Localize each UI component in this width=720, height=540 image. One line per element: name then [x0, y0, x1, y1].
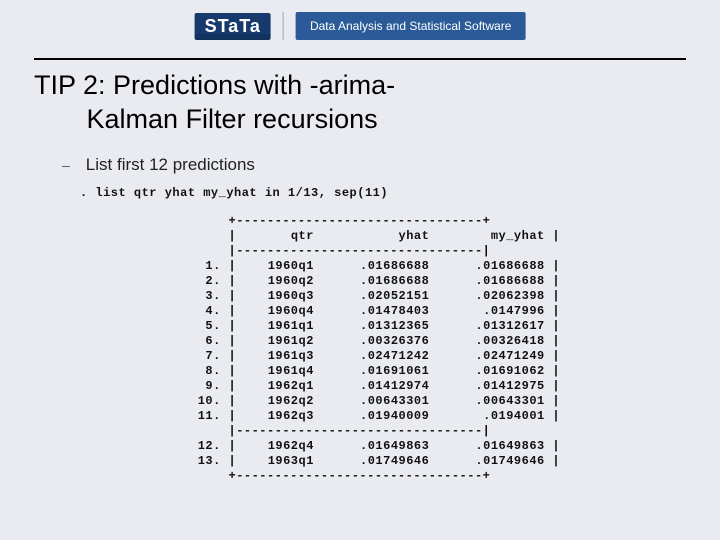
slide-title: TIP 2: Predictions with -arima- Kalman F… — [34, 68, 395, 136]
stata-logo: STaTa — [195, 13, 271, 40]
header-divider — [283, 12, 284, 40]
bullet-row: – List first 12 predictions — [62, 155, 255, 175]
slide: STaTa Data Analysis and Statistical Soft… — [0, 0, 720, 540]
title-rule — [34, 58, 686, 60]
logo-brand-text: STaTa — [205, 16, 261, 37]
stata-output-table: +--------------------------------+ | qtr… — [190, 214, 560, 484]
stata-command: . list qtr yhat my_yhat in 1/13, sep(11) — [80, 186, 388, 201]
title-line-2: Kalman Filter recursions — [87, 104, 378, 134]
header-tagline: Data Analysis and Statistical Software — [296, 12, 525, 40]
header: STaTa Data Analysis and Statistical Soft… — [195, 12, 526, 40]
bullet-dash-icon: – — [62, 157, 70, 173]
bullet-text: List first 12 predictions — [86, 155, 255, 175]
title-line-1: TIP 2: Predictions with -arima- — [34, 70, 395, 100]
